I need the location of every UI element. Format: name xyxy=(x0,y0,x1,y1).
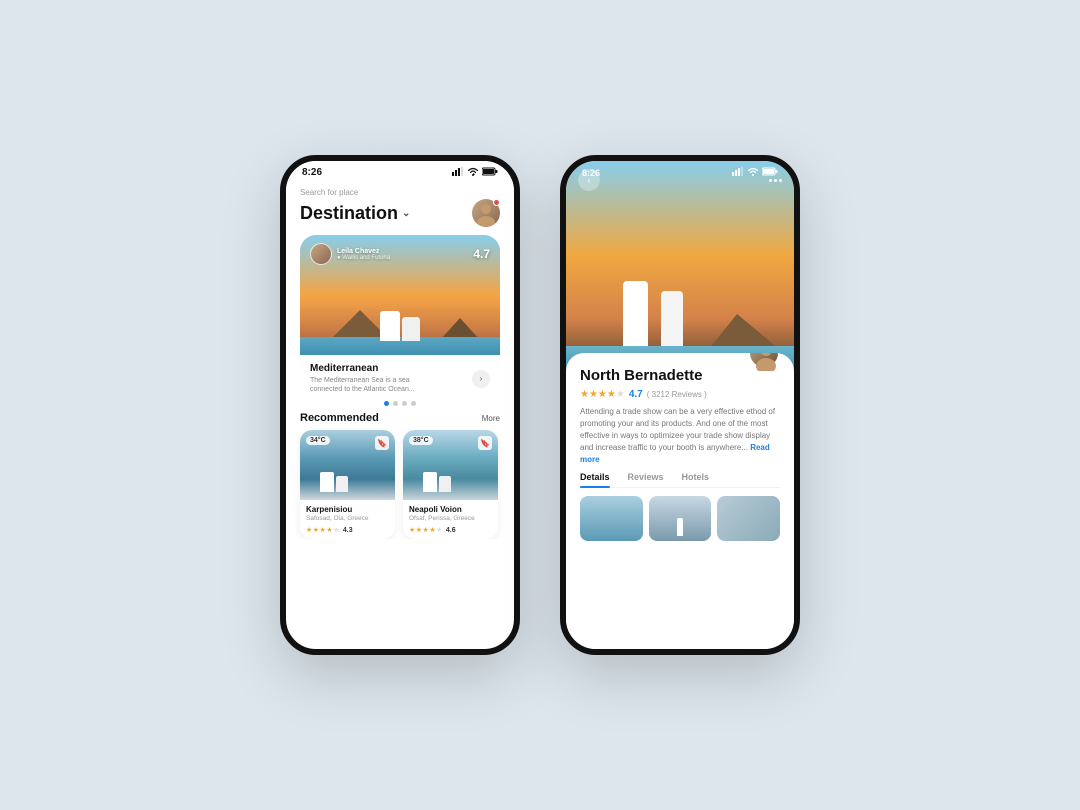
dot-2[interactable] xyxy=(393,401,398,406)
destination-title: Destination ⌄ xyxy=(300,203,410,224)
phone1-content: Search for place Destination ⌄ xyxy=(286,182,514,649)
notification-dot xyxy=(493,199,500,206)
card2-name: Neapoli Voion xyxy=(409,505,492,514)
search-label: Search for place xyxy=(300,188,500,197)
hero-dots xyxy=(286,401,514,406)
hero-image: Leila Chavez ● Wallis and Futuna 4.7 xyxy=(300,235,500,355)
hero-user-location: ● Wallis and Futuna xyxy=(337,255,390,261)
card2-bookmark-icon[interactable]: 🔖 xyxy=(478,436,492,450)
card1-location: Safosad, Oia, Greece xyxy=(306,515,389,522)
hero-card[interactable]: Leila Chavez ● Wallis and Futuna 4.7 Med… xyxy=(300,235,500,395)
hero-avatar xyxy=(310,243,332,265)
card1-bookmark-icon[interactable]: 🔖 xyxy=(375,436,389,450)
card1-body: Karpenisiou Safosad, Oia, Greece ★★★★★ 4… xyxy=(300,500,395,539)
dot-3[interactable] xyxy=(402,401,407,406)
signal-icon-2 xyxy=(732,167,744,178)
card1-image: 34°C 🔖 xyxy=(300,430,395,500)
p2-mountain xyxy=(709,314,779,349)
thumb-3[interactable] xyxy=(717,496,780,541)
phone2-hero-container: ‹ 8:26 xyxy=(566,161,794,371)
hero-rating: 4.7 xyxy=(473,247,490,261)
user-avatar-container[interactable] xyxy=(472,199,500,227)
destination-text: Destination xyxy=(300,203,398,224)
description-text: Attending a trade show can be a very eff… xyxy=(580,407,775,452)
card2-stars: ★★★★★ xyxy=(409,526,443,534)
card1-rating-row: ★★★★★ 4.3 xyxy=(306,526,389,534)
time-1: 8:26 xyxy=(302,167,322,178)
card1-rating: 4.3 xyxy=(343,527,353,534)
more-link[interactable]: More xyxy=(482,414,500,423)
detail-rating-row: ★★★★★ 4.7 ( 3212 Reviews ) xyxy=(580,389,780,400)
status-bar-2: 8:26 xyxy=(566,161,794,182)
header-area: Search for place Destination ⌄ xyxy=(286,182,514,235)
tab-details[interactable]: Details xyxy=(580,472,610,487)
detail-card: North Bernadette ★★★★★ 4.7 ( 3212 Review… xyxy=(566,353,794,649)
header-row: Destination ⌄ xyxy=(300,199,500,227)
hero-info-card: Mediterranean The Mediterranean Sea is a… xyxy=(300,355,500,395)
signal-icon-1 xyxy=(452,167,464,178)
card2-temp: 38°C xyxy=(409,436,433,445)
recommended-title: Recommended xyxy=(300,412,379,424)
tab-reviews[interactable]: Reviews xyxy=(628,472,664,487)
detail-stars: ★★★★★ xyxy=(580,389,625,400)
detail-rating-num: 4.7 xyxy=(629,389,643,400)
battery-icon-2 xyxy=(762,167,778,178)
detail-avatar xyxy=(748,353,780,369)
status-icons-2 xyxy=(732,167,778,178)
hero-place-name: Mediterranean xyxy=(310,363,440,374)
hero-user-name: Leila Chavez xyxy=(337,248,390,255)
chevron-down-icon[interactable]: ⌄ xyxy=(402,208,410,219)
dot-1[interactable] xyxy=(384,401,389,406)
card2-building xyxy=(423,467,453,492)
card2-location: Ofsaf, Perissa, Greece xyxy=(409,515,492,522)
card1-temp: 34°C xyxy=(306,436,330,445)
phone-2: ‹ 8:26 xyxy=(560,155,800,655)
card1-name: Karpenisiou xyxy=(306,505,389,514)
hero2-image: ‹ xyxy=(566,161,794,371)
card2-body: Neapoli Voion Ofsaf, Perissa, Greece ★★★… xyxy=(403,500,498,539)
detail-reviews: ( 3212 Reviews ) xyxy=(647,390,707,399)
reviews-count: 3212 Reviews xyxy=(652,390,702,399)
hero-user-info: Leila Chavez ● Wallis and Futuna xyxy=(310,243,390,265)
time-2: 8:26 xyxy=(582,168,600,178)
status-icons-1 xyxy=(452,167,498,178)
dot-4[interactable] xyxy=(411,401,416,406)
building xyxy=(375,301,425,341)
place-card-2[interactable]: 38°C 🔖 Neapoli Voion Ofsaf, Perissa, Gre… xyxy=(403,430,498,539)
recommended-header: Recommended More xyxy=(286,410,514,430)
thumb-1[interactable] xyxy=(580,496,643,541)
phone-1: 8:26 Search for place Destination ⌄ xyxy=(280,155,520,655)
cards-row: 34°C 🔖 Karpenisiou Safosad, Oia, Greece … xyxy=(286,430,514,539)
hero-user-row: Leila Chavez ● Wallis and Futuna 4.7 xyxy=(310,243,490,265)
wifi-icon-2 xyxy=(747,167,759,178)
p2-arch xyxy=(623,271,683,351)
wifi-icon-1 xyxy=(467,167,479,178)
hero-place-info: Mediterranean The Mediterranean Sea is a… xyxy=(310,363,440,394)
place-card-1[interactable]: 34°C 🔖 Karpenisiou Safosad, Oia, Greece … xyxy=(300,430,395,539)
detail-description: Attending a trade show can be a very eff… xyxy=(580,406,780,466)
status-bar-1: 8:26 xyxy=(286,161,514,182)
hero-arrow-button[interactable]: › xyxy=(472,370,490,388)
card2-rating-row: ★★★★★ 4.6 xyxy=(409,526,492,534)
hero-user-text: Leila Chavez ● Wallis and Futuna xyxy=(337,248,390,261)
battery-icon-1 xyxy=(482,167,498,178)
card1-stars: ★★★★★ xyxy=(306,526,340,534)
card2-image: 38°C 🔖 xyxy=(403,430,498,500)
card2-rating: 4.6 xyxy=(446,527,456,534)
hero-place-desc: The Mediterranean Sea is a sea connected… xyxy=(310,376,440,394)
thumbnail-row xyxy=(580,496,780,541)
tab-hotels[interactable]: Hotels xyxy=(682,472,710,487)
card1-building xyxy=(320,467,350,492)
thumb-2[interactable] xyxy=(649,496,712,541)
detail-tabs: Details Reviews Hotels xyxy=(580,472,780,488)
